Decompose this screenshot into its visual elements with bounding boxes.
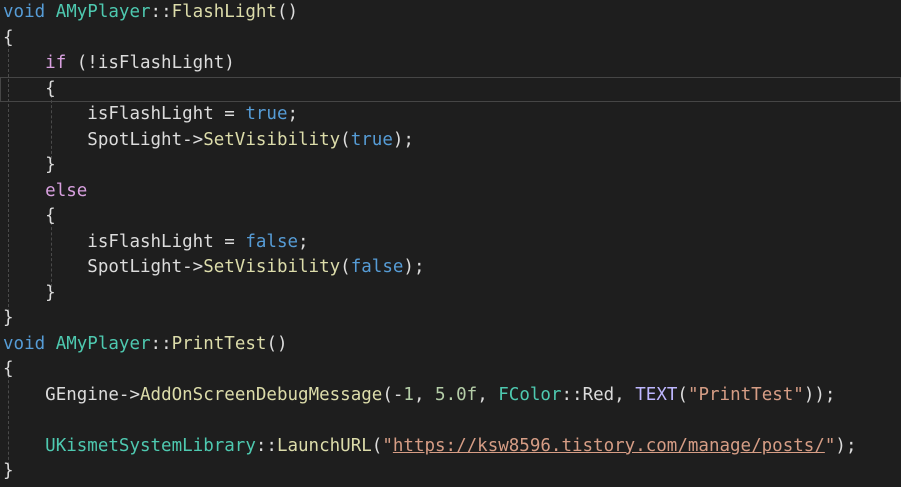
code-token: () xyxy=(276,2,299,22)
code-token: TEXT xyxy=(635,384,678,405)
code-token: SetVisibility xyxy=(203,129,341,150)
code-line[interactable]: else xyxy=(0,179,901,205)
code-token: "PrintTest" xyxy=(687,384,804,405)
code-token: ( xyxy=(340,257,351,277)
code-token: AMyPlayer xyxy=(55,333,151,354)
code-line[interactable]: void AMyPlayer::PrintTest() xyxy=(0,332,901,358)
code-token: , xyxy=(413,384,436,405)
code-lines[interactable]: void AMyPlayer::FlashLight(){ if (!isFla… xyxy=(0,0,901,485)
code-token: FColor xyxy=(498,384,562,405)
code-token: LaunchURL xyxy=(276,435,372,456)
code-token: true xyxy=(350,129,393,150)
code-token: ); xyxy=(392,129,414,150)
code-token: { xyxy=(3,78,56,99)
code-token: if xyxy=(45,53,67,73)
code-line[interactable]: } xyxy=(0,153,901,179)
code-token: SpotLight xyxy=(87,257,183,277)
code-token: (- xyxy=(382,384,404,405)
code-token: )); xyxy=(803,384,836,405)
code-token: AMyPlayer xyxy=(55,2,151,22)
code-line[interactable]: UKismetSystemLibrary::LaunchURL("https:/… xyxy=(0,434,901,460)
code-token: Red xyxy=(582,384,615,405)
code-line[interactable] xyxy=(0,408,901,434)
code-token: ( xyxy=(677,384,688,405)
code-token: PrintTest xyxy=(171,333,267,354)
code-line[interactable]: GEngine->AddOnScreenDebugMessage(-1, 5.0… xyxy=(0,383,901,409)
code-token: } xyxy=(3,282,56,303)
code-editor[interactable]: void AMyPlayer::FlashLight(){ if (!isFla… xyxy=(0,0,901,487)
code-token: { xyxy=(3,27,14,48)
code-token: :: xyxy=(150,333,172,354)
url-link[interactable]: https://ksw8596.tistory.com/manage/posts… xyxy=(393,436,825,456)
code-token: ); xyxy=(835,435,857,456)
code-token: false xyxy=(245,231,299,252)
code-token: :: xyxy=(150,2,172,22)
code-token: { xyxy=(3,359,14,379)
code-token: { xyxy=(3,206,56,226)
code-line[interactable]: { xyxy=(0,26,901,52)
code-token: void xyxy=(3,333,46,354)
code-token: else xyxy=(45,180,88,201)
code-token: = xyxy=(213,231,246,252)
code-token: -> xyxy=(182,129,204,150)
code-line[interactable]: if (!isFlashLight) xyxy=(0,51,901,77)
code-token: true xyxy=(245,104,288,124)
code-line[interactable]: { xyxy=(0,76,901,102)
code-token: } xyxy=(3,308,14,328)
code-line[interactable]: } xyxy=(0,306,901,332)
code-token: 1 xyxy=(403,384,414,405)
code-token: SpotLight xyxy=(87,129,183,150)
code-line[interactable]: { xyxy=(0,357,901,383)
code-token: , xyxy=(614,384,636,405)
code-token: (! xyxy=(66,53,98,73)
code-token: 5.0f xyxy=(435,384,478,405)
code-token: SetVisibility xyxy=(203,257,341,277)
code-token: ; xyxy=(287,104,299,124)
code-line[interactable]: void AMyPlayer::FlashLight() xyxy=(0,0,901,26)
code-token: () xyxy=(266,333,288,354)
code-token: false xyxy=(350,257,404,277)
code-token: :: xyxy=(561,384,583,405)
code-line[interactable]: SpotLight->SetVisibility(false); xyxy=(0,255,901,281)
code-line[interactable]: SpotLight->SetVisibility(true); xyxy=(0,128,901,154)
code-line[interactable]: } xyxy=(0,459,901,485)
code-token: " xyxy=(824,435,836,456)
code-token: ; xyxy=(298,231,309,252)
code-line[interactable]: isFlashLight = true; xyxy=(0,102,901,128)
code-token: AddOnScreenDebugMessage xyxy=(140,384,383,405)
code-token: , xyxy=(477,384,499,405)
code-token: isFlashLight xyxy=(97,53,225,73)
code-token: -> xyxy=(118,384,140,405)
code-token: isFlashLight xyxy=(87,104,214,124)
code-line[interactable]: isFlashLight = false; xyxy=(0,230,901,256)
code-token: :: xyxy=(255,435,277,456)
code-token: " xyxy=(382,435,393,456)
code-token: ); xyxy=(403,257,425,277)
code-token: } xyxy=(3,461,14,481)
code-token: -> xyxy=(182,257,204,277)
code-token: } xyxy=(3,155,56,175)
code-token: UKismetSystemLibrary xyxy=(45,435,256,456)
code-line[interactable]: } xyxy=(0,281,901,307)
code-token: ( xyxy=(340,129,351,150)
code-line[interactable]: { xyxy=(0,204,901,230)
code-token: GEngine xyxy=(45,384,119,405)
code-token: ( xyxy=(371,435,383,456)
code-token: = xyxy=(213,104,246,124)
code-token: void xyxy=(3,2,46,22)
code-token: ) xyxy=(224,53,235,73)
code-token: FlashLight xyxy=(171,2,277,22)
code-token: isFlashLight xyxy=(87,231,214,252)
